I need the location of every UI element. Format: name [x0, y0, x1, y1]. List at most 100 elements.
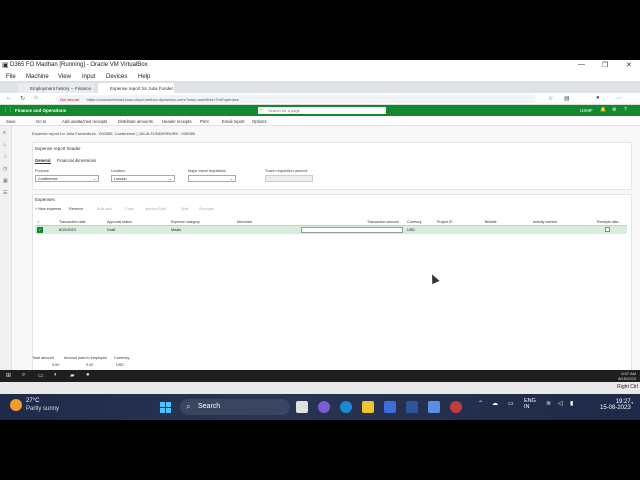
language-indicator[interactable]: ENG IN — [524, 398, 536, 410]
header-receipts-button[interactable]: Header receipts — [162, 119, 192, 124]
row-status[interactable]: Draft — [107, 228, 115, 232]
select-all-checkbox[interactable]: ✓ — [37, 220, 40, 224]
row-selected-checkbox[interactable]: ✓ — [37, 227, 43, 233]
print-button[interactable]: Print — [200, 119, 209, 124]
menu-file[interactable]: File — [6, 74, 16, 80]
receipts-button[interactable]: Receipts — [199, 207, 214, 211]
col-transaction-amount[interactable]: Transaction amount — [367, 220, 399, 224]
browser-menu-icon[interactable]: ⋯ — [616, 95, 622, 102]
help-icon[interactable]: ? — [624, 107, 627, 113]
col-expense-category[interactable]: Expense category — [171, 220, 200, 224]
settings-gear-icon[interactable]: ⚙ — [612, 107, 616, 113]
minimize-icon[interactable]: — — [578, 61, 585, 68]
battery-icon[interactable]: ▮ — [570, 400, 573, 407]
distribute-amounts-button[interactable]: Distribute amounts — [118, 119, 153, 124]
table-row[interactable]: ✓ 8/15/2023 Draft Meals USD — [35, 226, 627, 234]
host-date: 15-08-2023 — [600, 405, 631, 411]
show-hidden-icons-icon[interactable]: ⌃ — [478, 400, 483, 407]
host-clock[interactable]: 19:27 15-08-2023 — [600, 399, 631, 411]
task-view-icon[interactable] — [296, 401, 308, 413]
remove-button[interactable]: Remove — [69, 207, 83, 211]
refresh-icon[interactable]: ↻ — [20, 95, 25, 102]
file-explorer-icon[interactable] — [362, 401, 374, 413]
screen-recorder-icon[interactable] — [450, 401, 462, 413]
guest-explorer-icon[interactable]: ▰ — [70, 372, 75, 379]
close-icon[interactable]: ✕ — [626, 61, 632, 69]
wifi-icon[interactable]: ≋ — [546, 400, 551, 407]
page-search-input[interactable]: ⌕ Search for a page — [258, 107, 386, 114]
menu-machine[interactable]: Machine — [26, 74, 49, 80]
header-title[interactable]: Expense report header — [35, 146, 81, 151]
guest-app-icon[interactable]: ● — [86, 372, 90, 378]
go-to-button[interactable]: Go to — [36, 119, 46, 124]
host-search-box[interactable]: ⌕ Search — [180, 399, 290, 415]
row-currency[interactable]: USD — [407, 228, 415, 232]
guest-start-icon[interactable]: ⊞ — [6, 372, 11, 379]
nav-home-icon[interactable]: ⌂ — [3, 142, 6, 148]
home-icon[interactable]: ⌂ — [34, 95, 38, 101]
save-button[interactable]: Save — [6, 119, 16, 124]
notification-bell-icon[interactable]: ◔ — [630, 401, 634, 407]
col-currency[interactable]: Currency — [407, 220, 422, 224]
split-button[interactable]: Split — [181, 207, 188, 211]
add-unattached-receipts-button[interactable]: Add unattached receipts — [62, 119, 107, 124]
maximize-icon[interactable]: ❐ — [602, 61, 608, 69]
notifications-icon[interactable]: 🔔 — [600, 107, 606, 113]
menu-help[interactable]: Help — [138, 74, 150, 80]
tab-general[interactable]: General — [35, 158, 51, 164]
email-report-button[interactable]: Email report — [222, 119, 245, 124]
back-icon[interactable]: ← — [6, 95, 12, 101]
nav-workspaces-icon[interactable]: ▦ — [3, 178, 8, 184]
nav-menu-icon[interactable]: ≡ — [3, 130, 6, 136]
itemize-split-button[interactable]: Itemize/Split — [145, 207, 166, 211]
store-icon[interactable] — [384, 401, 396, 413]
guest-taskview-icon[interactable]: ▭ — [38, 372, 44, 379]
bulk-add-button[interactable]: Bulk add — [97, 207, 112, 211]
network-tray-icon[interactable]: ▭ — [508, 400, 514, 407]
col-merchant[interactable]: Merchant — [237, 220, 252, 224]
row-date[interactable]: 8/15/2023 — [59, 228, 76, 232]
browser-tab-employment[interactable]: Employment history -- Finance ... — [18, 83, 94, 93]
collections-icon[interactable]: ▤ — [564, 95, 570, 102]
nav-favorites-icon[interactable]: ☆ — [3, 154, 7, 160]
speaker-icon[interactable]: ◁ — [558, 400, 563, 407]
onedrive-icon[interactable]: ☁ — [492, 400, 498, 407]
menu-input[interactable]: Input — [82, 74, 95, 80]
guest-clock: 6:57 AM 8/15/2023 — [600, 371, 636, 381]
new-expense-button[interactable]: + New expense — [35, 207, 61, 211]
col-activity-number[interactable]: Activity number — [533, 220, 558, 224]
options-button[interactable]: Options — [252, 119, 266, 124]
virtualbox-icon[interactable] — [406, 401, 418, 413]
transaction-amount-input[interactable] — [301, 227, 403, 233]
url-field[interactable]: Not secure https://usnconeboxax1aos.clou… — [56, 95, 536, 103]
nav-modules-icon[interactable]: ☰ — [3, 190, 7, 196]
col-approval-status[interactable]: Approval status — [107, 220, 132, 224]
tab-financial-dimensions[interactable]: Financial dimensions — [57, 158, 96, 163]
location-field[interactable]: London ⌄ — [111, 175, 175, 182]
app-launcher-icon[interactable]: ⋮⋮ — [3, 107, 13, 113]
guest-search-icon[interactable]: ⌕ — [22, 372, 25, 379]
guest-edge-icon[interactable]: ◐ — [54, 372, 58, 378]
teams-chat-icon[interactable] — [318, 401, 330, 413]
purpose-field[interactable]: Conference ⌄ — [35, 175, 99, 182]
company-picker[interactable]: USMF — [580, 108, 593, 113]
col-receipts-attached[interactable]: Receipts atta... — [597, 220, 621, 224]
browser-tab-expense[interactable]: Expense report for Julia Funder... — [98, 83, 174, 93]
edge-icon[interactable] — [340, 401, 352, 413]
favorites-icon[interactable]: ☆ — [548, 95, 553, 102]
profile-icon[interactable]: ● — [596, 95, 600, 101]
receipts-attached-checkbox[interactable] — [605, 227, 610, 232]
col-transaction-date[interactable]: Transaction date — [59, 220, 86, 224]
nav-recent-icon[interactable]: ◷ — [3, 166, 7, 172]
copy-button[interactable]: Copy — [125, 207, 134, 211]
major-travel-field[interactable]: ⌄ — [188, 175, 236, 182]
menu-view[interactable]: View — [58, 74, 71, 80]
partly-sunny-icon — [10, 399, 22, 411]
total-amount-label: Total amount — [32, 356, 54, 360]
row-category[interactable]: Meals — [171, 228, 181, 232]
col-billable[interactable]: Billable — [485, 220, 497, 224]
col-project-id[interactable]: Project ID — [437, 220, 453, 224]
remote-app-icon[interactable] — [428, 401, 440, 413]
menu-devices[interactable]: Devices — [106, 74, 127, 80]
windows-start-icon[interactable] — [160, 402, 172, 414]
